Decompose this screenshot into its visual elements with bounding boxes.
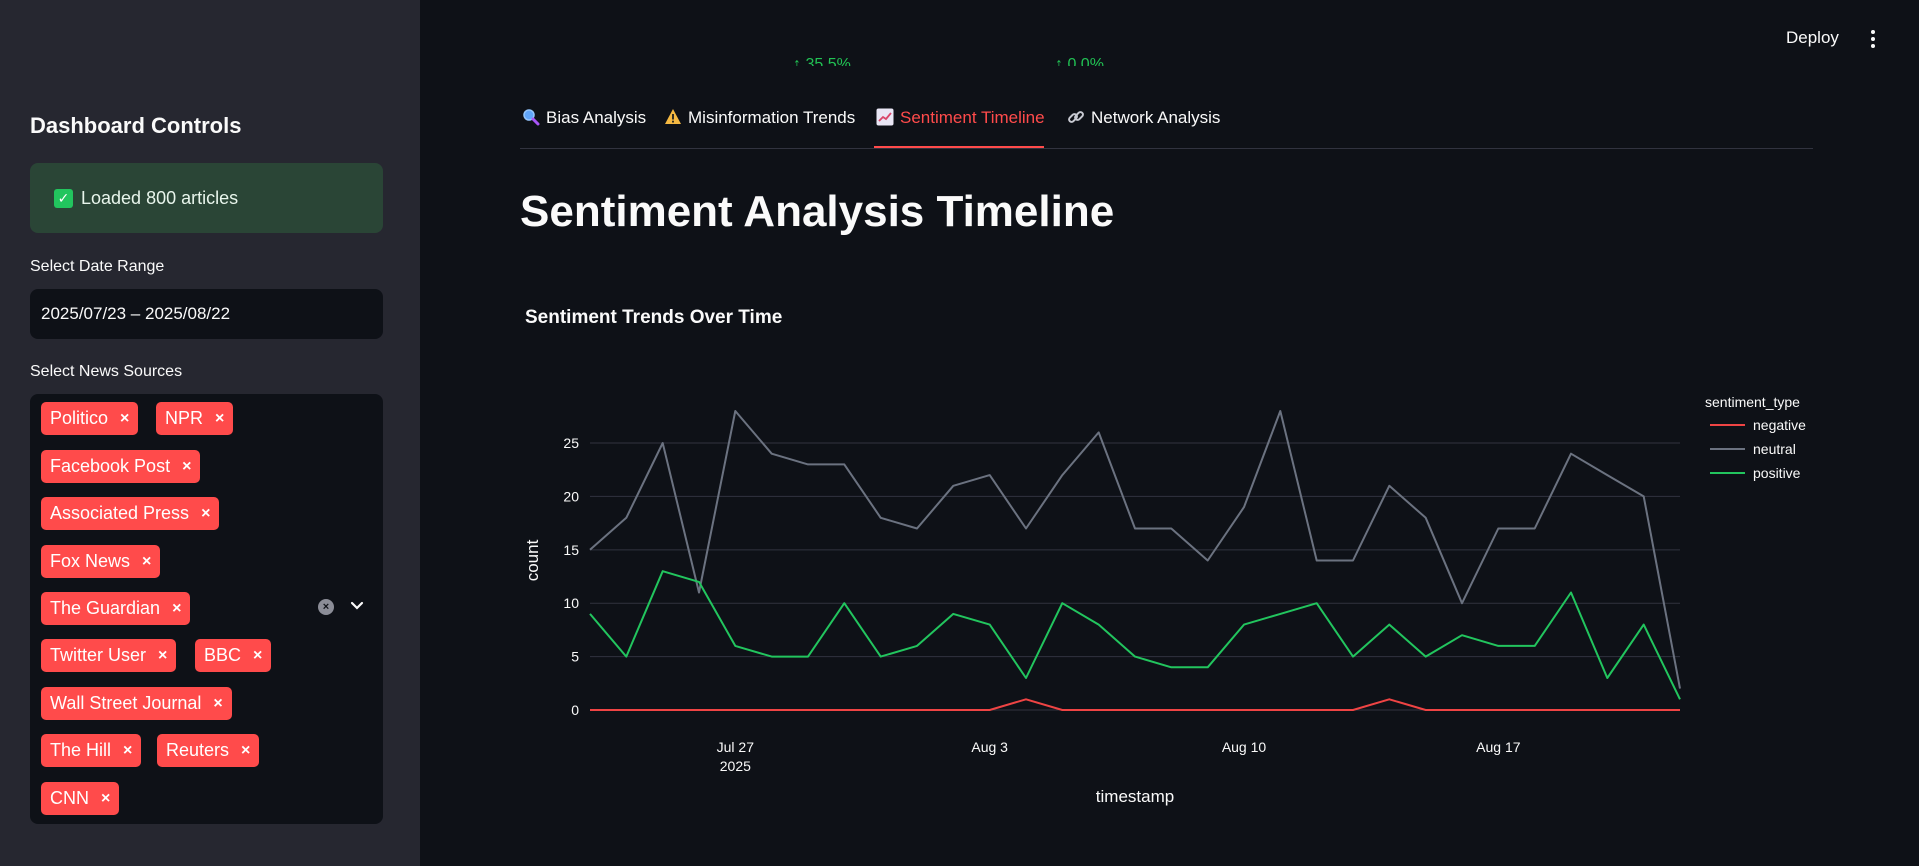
sentiment-line-chart: 0510152025Jul 272025Aug 3 Aug 10 Aug 17tim… — [523, 394, 1806, 806]
legend-item-neutral: neutral — [1753, 441, 1796, 457]
y-tick-label: 25 — [563, 435, 579, 451]
y-tick-label: 15 — [563, 542, 579, 558]
x-tick-label: Aug 17 — [1476, 739, 1521, 755]
legend-item-positive: positive — [1753, 465, 1801, 481]
x-tick-label: Aug 10 — [1222, 739, 1267, 755]
y-tick-label: 20 — [563, 488, 579, 504]
series-line-positive — [589, 570, 1681, 700]
x-tick-year-label: 2025 — [720, 758, 751, 774]
x-tick-label: Jul 27 — [717, 739, 755, 755]
legend-item-negative: negative — [1753, 417, 1806, 433]
x-tick-label: Aug 3 — [971, 739, 1008, 755]
y-tick-label: 5 — [571, 649, 579, 665]
y-tick-label: 10 — [563, 595, 579, 611]
legend-title: sentiment_type — [1705, 394, 1800, 410]
series-line-negative — [590, 698, 1680, 711]
x-axis-title: timestamp — [1096, 787, 1174, 806]
y-tick-label: 0 — [571, 702, 579, 718]
y-axis-title: count — [523, 539, 542, 581]
